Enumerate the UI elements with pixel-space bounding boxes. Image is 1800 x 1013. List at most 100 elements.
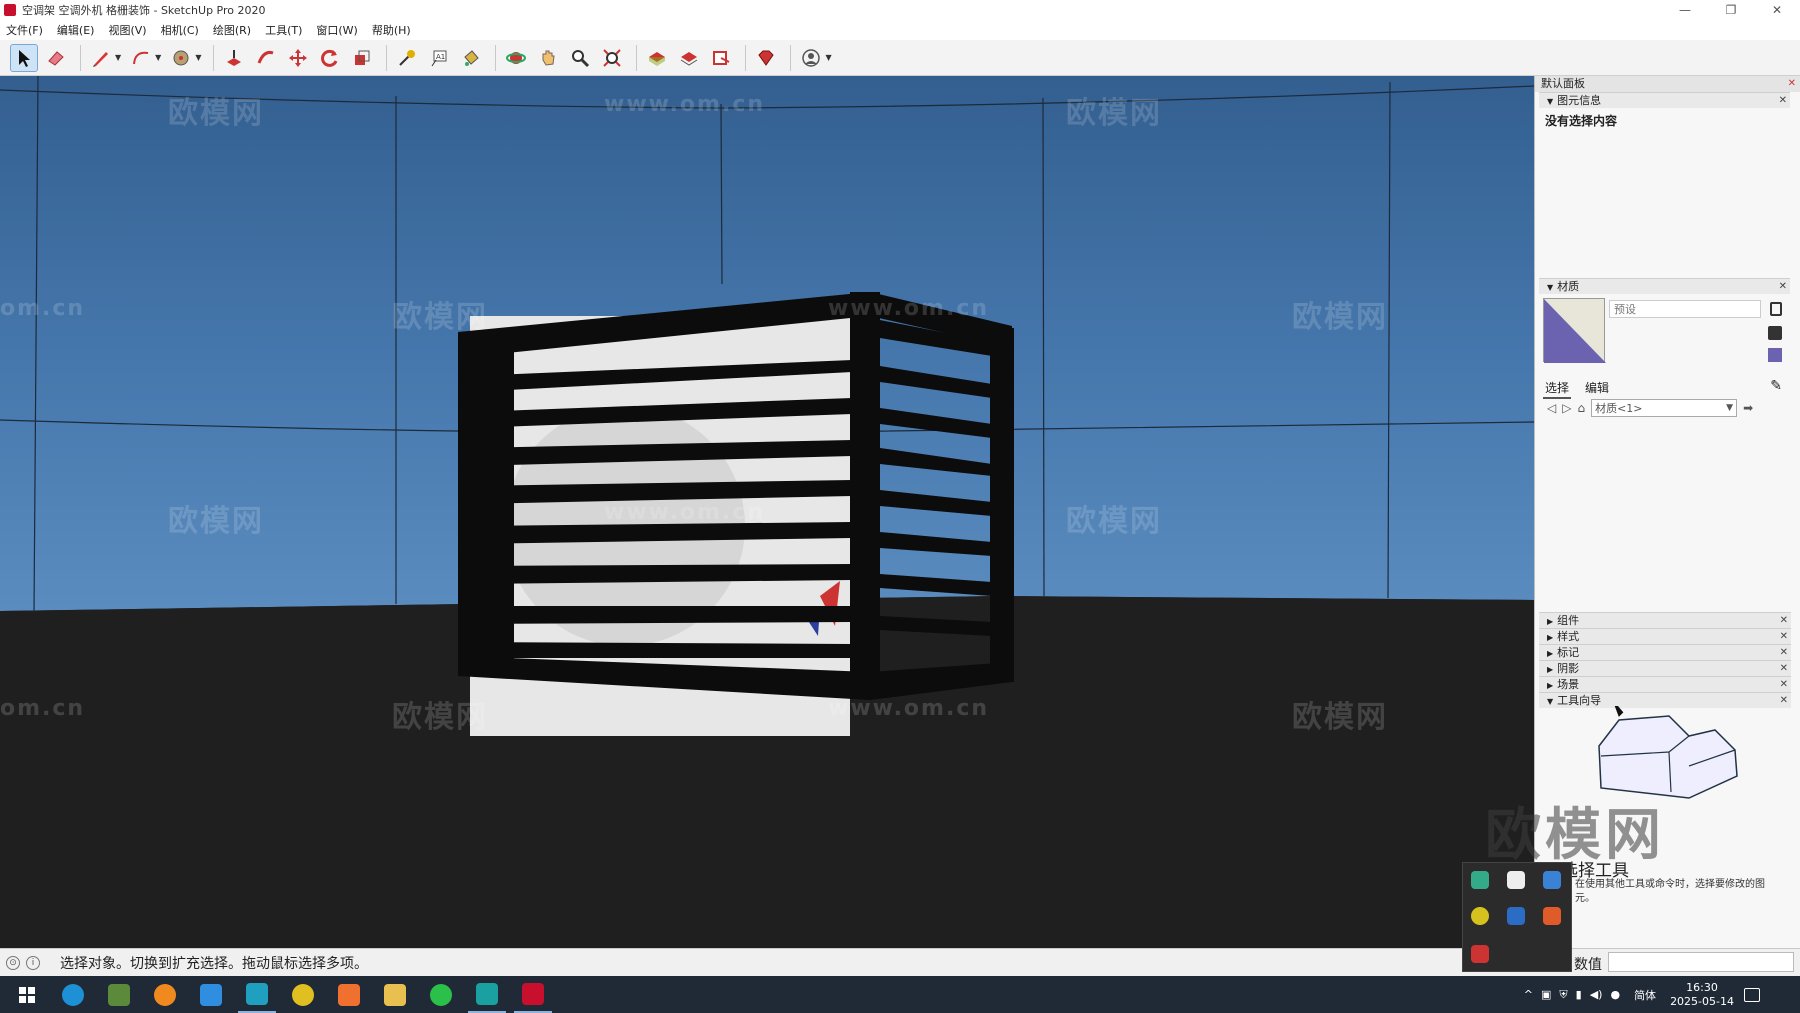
wechat-tray-icon[interactable]: ● bbox=[1610, 988, 1620, 1001]
taskbar-app-chrome[interactable] bbox=[284, 976, 322, 1013]
shield-icon[interactable]: ⛨ bbox=[1559, 988, 1567, 1002]
close-icon[interactable]: ✕ bbox=[1780, 645, 1788, 661]
measurements-input[interactable] bbox=[1608, 952, 1794, 972]
taskbar-app-tool[interactable] bbox=[330, 976, 368, 1013]
account-button[interactable] bbox=[797, 44, 825, 72]
move-tool-button[interactable] bbox=[284, 44, 312, 72]
menu-camera[interactable]: 相机(C) bbox=[161, 22, 199, 38]
app-icon[interactable] bbox=[1471, 871, 1489, 889]
input-method-indicator[interactable]: 简体 bbox=[1634, 987, 1656, 1003]
pan-tool-button[interactable] bbox=[534, 44, 562, 72]
volume-icon[interactable]: ◀) bbox=[1590, 988, 1603, 1001]
close-icon[interactable]: ✕ bbox=[1779, 279, 1787, 295]
menu-edit[interactable]: 编辑(E) bbox=[57, 22, 95, 38]
menu-file[interactable]: 文件(F) bbox=[6, 22, 43, 38]
follow-me-tool-button[interactable] bbox=[252, 44, 280, 72]
notification-icon[interactable] bbox=[1744, 987, 1760, 1002]
tray-scenes[interactable]: ▶ 场景 ✕ bbox=[1539, 676, 1791, 692]
battery-icon[interactable]: ▮ bbox=[1576, 988, 1582, 1001]
taskbar-app-sketchup[interactable] bbox=[514, 976, 552, 1013]
3d-warehouse-button[interactable] bbox=[643, 44, 671, 72]
close-icon[interactable]: ✕ bbox=[1780, 613, 1788, 629]
minimize-button[interactable]: — bbox=[1662, 0, 1708, 20]
tab-edit[interactable]: 编辑 bbox=[1583, 378, 1611, 399]
tray-shadows[interactable]: ▶ 阴影 ✕ bbox=[1539, 660, 1791, 676]
close-button[interactable]: ✕ bbox=[1754, 0, 1800, 20]
zoom-tool-button[interactable] bbox=[566, 44, 594, 72]
arc-dropdown-icon[interactable]: ▼ bbox=[155, 53, 161, 62]
tray-styles[interactable]: ▶ 样式 ✕ bbox=[1539, 628, 1791, 644]
extension-warehouse-button[interactable] bbox=[675, 44, 703, 72]
paint-bucket-tool-button[interactable] bbox=[457, 44, 485, 72]
close-icon[interactable]: ✕ bbox=[1788, 76, 1796, 92]
tray-tags[interactable]: ▶ 标记 ✕ bbox=[1539, 644, 1791, 660]
clock[interactable]: 16:30 2025-05-14 bbox=[1670, 981, 1734, 1009]
app-icon[interactable] bbox=[1543, 907, 1561, 925]
network-icon[interactable]: ▣ bbox=[1541, 988, 1551, 1001]
materials-collection-select[interactable]: 材质<1> ▼ bbox=[1591, 399, 1738, 417]
materials-header[interactable]: ▼ 材质 ✕ bbox=[1539, 278, 1790, 294]
extension-manager-button[interactable] bbox=[752, 44, 780, 72]
orbit-tool-button[interactable] bbox=[502, 44, 530, 72]
rotate-tool-button[interactable] bbox=[316, 44, 344, 72]
app-icon[interactable] bbox=[1507, 907, 1525, 925]
account-dropdown-icon[interactable]: ▼ bbox=[825, 53, 831, 62]
home-icon[interactable]: ⌂ bbox=[1577, 401, 1585, 415]
close-icon[interactable]: ✕ bbox=[1780, 629, 1788, 645]
sample-paint-icon[interactable] bbox=[1768, 348, 1782, 362]
create-material-icon[interactable] bbox=[1770, 302, 1782, 316]
eraser-tool-button[interactable] bbox=[42, 44, 70, 72]
close-icon[interactable]: ✕ bbox=[1780, 677, 1788, 693]
menu-tools[interactable]: 工具(T) bbox=[265, 22, 302, 38]
details-arrow-icon[interactable]: ➡ bbox=[1743, 401, 1753, 415]
shape-dropdown-icon[interactable]: ▼ bbox=[195, 53, 201, 62]
select-tool-button[interactable] bbox=[10, 43, 38, 72]
chevron-up-icon[interactable]: ^ bbox=[1524, 988, 1533, 1001]
entity-info-header[interactable]: ▼ 图元信息 ✕ bbox=[1539, 92, 1790, 108]
info-icon[interactable]: i bbox=[26, 955, 40, 970]
close-icon[interactable]: ✕ bbox=[1780, 661, 1788, 677]
menu-draw[interactable]: 绘图(R) bbox=[213, 22, 251, 38]
push-pull-tool-button[interactable] bbox=[220, 44, 248, 72]
forward-arrow-icon[interactable]: ▷ bbox=[1562, 401, 1571, 415]
tab-select[interactable]: 选择 bbox=[1543, 378, 1572, 399]
material-name-field[interactable]: 预设 bbox=[1609, 300, 1761, 318]
taskbar-app-wechat[interactable] bbox=[422, 976, 460, 1013]
menu-window[interactable]: 窗口(W) bbox=[316, 22, 357, 38]
close-icon[interactable]: ✕ bbox=[1779, 93, 1787, 109]
instructor-description: 在使用其他工具或命令时，选择要修改的图元。 bbox=[1575, 879, 1765, 904]
app-icon[interactable] bbox=[1471, 945, 1489, 963]
back-arrow-icon[interactable]: ◁ bbox=[1547, 401, 1556, 415]
menu-help[interactable]: 帮助(H) bbox=[372, 22, 411, 38]
taskbar-app-minecraft[interactable] bbox=[100, 976, 138, 1013]
zoom-extents-button[interactable] bbox=[598, 44, 626, 72]
layout-send-button[interactable] bbox=[707, 44, 735, 72]
watermark: 欧模网 bbox=[168, 96, 264, 131]
restore-button[interactable]: ❐ bbox=[1708, 0, 1754, 20]
taskbar-app-explorer[interactable] bbox=[376, 976, 414, 1013]
shape-tool-button[interactable] bbox=[167, 44, 195, 72]
taskbar-app-player[interactable] bbox=[146, 976, 184, 1013]
material-swatch[interactable] bbox=[1543, 298, 1606, 363]
app-icon[interactable] bbox=[1471, 907, 1489, 925]
taskbar-app-3dsmax[interactable] bbox=[468, 976, 506, 1013]
tape-measure-tool-button[interactable] bbox=[393, 44, 421, 72]
arc-tool-button[interactable] bbox=[127, 44, 155, 72]
material-cube-icon[interactable] bbox=[1768, 326, 1782, 340]
line-dropdown-icon[interactable]: ▼ bbox=[115, 53, 121, 62]
scale-tool-button[interactable] bbox=[348, 44, 376, 72]
taskbar-app-security[interactable] bbox=[192, 976, 230, 1013]
eyedropper-icon[interactable]: ✎ bbox=[1770, 378, 1782, 394]
menu-view[interactable]: 视图(V) bbox=[108, 22, 146, 38]
taskbar-app-gallery[interactable] bbox=[238, 976, 276, 1013]
app-icon[interactable] bbox=[1507, 871, 1525, 889]
move-arrows-icon bbox=[289, 48, 308, 67]
start-button[interactable] bbox=[8, 976, 46, 1013]
taskbar-app-ie[interactable] bbox=[54, 976, 92, 1013]
text-tool-button[interactable]: A1 bbox=[425, 44, 453, 72]
geo-location-icon[interactable]: ⊙ bbox=[6, 955, 20, 970]
shield-icon[interactable] bbox=[1543, 871, 1561, 889]
tray-components[interactable]: ▶ 组件 ✕ bbox=[1539, 612, 1791, 628]
line-tool-button[interactable] bbox=[87, 44, 115, 72]
model-viewport[interactable]: 欧模网 www.om.cn 欧模网 om.cn 欧模网 www.om.cn 欧模… bbox=[0, 76, 1534, 948]
